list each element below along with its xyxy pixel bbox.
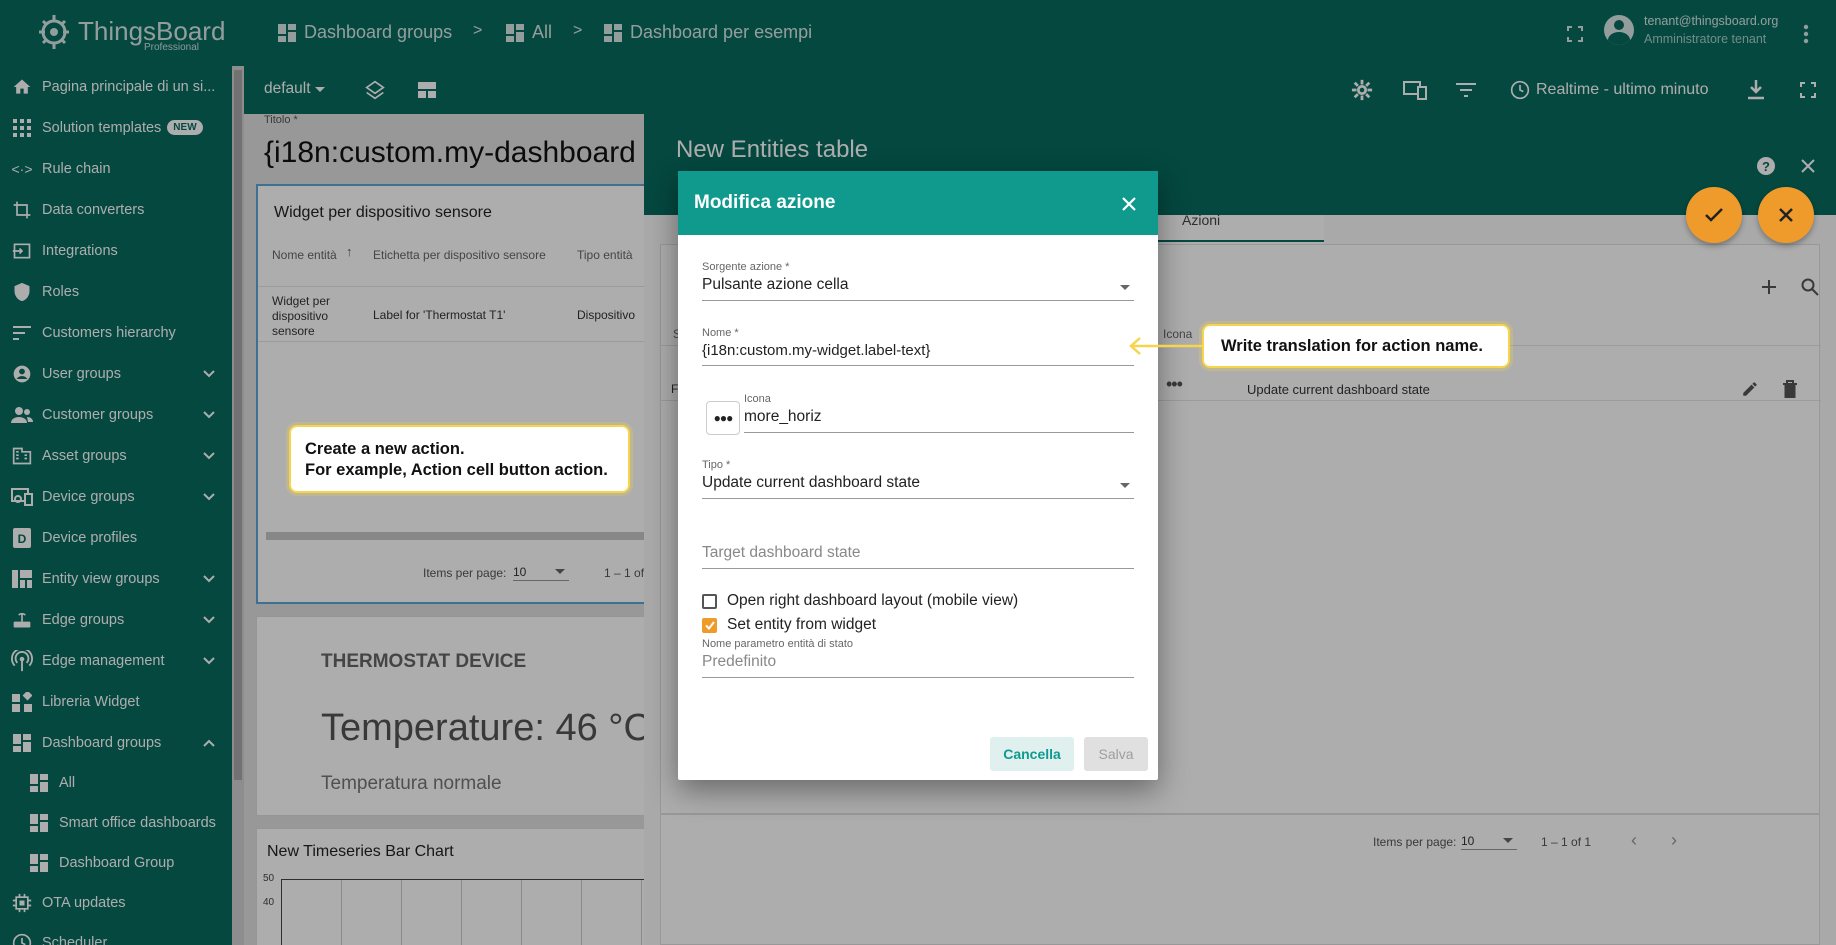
apply-button[interactable]: [1686, 187, 1742, 243]
dialog-header: Modifica azione: [678, 171, 1158, 235]
open-right-layout-checkbox[interactable]: Open right dashboard layout (mobile view…: [702, 592, 1018, 610]
discard-button[interactable]: [1758, 187, 1814, 243]
field-value: Pulsante azione cella: [702, 276, 849, 293]
translation-tooltip: Write translation for action name.: [1202, 324, 1510, 368]
field-value: {i18n:custom.my-widget.label-text}: [702, 342, 931, 359]
save-button[interactable]: Salva: [1084, 737, 1148, 771]
icon-picker-button[interactable]: ●●●: [706, 401, 740, 435]
field-placeholder: Target dashboard state: [702, 544, 861, 561]
action-type-select[interactable]: Tipo * Update current dashboard state: [702, 459, 1134, 499]
create-action-tooltip: Create a new action. For example, Action…: [289, 425, 630, 493]
action-source-select[interactable]: Sorgente azione * Pulsante azione cella: [702, 261, 1134, 301]
caret-down-icon: [1120, 285, 1130, 290]
checkbox-box[interactable]: [702, 617, 717, 633]
field-label: Icona: [744, 393, 771, 405]
field-placeholder: Predefinito: [702, 653, 777, 670]
cancel-label: Cancella: [1003, 746, 1061, 762]
close-icon[interactable]: [1122, 197, 1136, 211]
dialog-title: Modifica azione: [694, 192, 836, 213]
close-icon: [1779, 208, 1793, 222]
check-icon: [705, 620, 715, 630]
tooltip-text: Write translation for action name.: [1221, 337, 1483, 355]
action-icon-field[interactable]: Icona more_horiz: [744, 393, 1134, 433]
save-label: Salva: [1098, 746, 1134, 762]
field-label: Nome parametro entità di stato: [702, 638, 854, 650]
arrow-left-icon: [1129, 337, 1204, 355]
field-value: more_horiz: [744, 408, 822, 425]
check-icon: [1705, 208, 1723, 222]
state-entity-param-field[interactable]: Nome parametro entità di stato Predefini…: [702, 638, 1134, 678]
field-label: Tipo *: [702, 459, 731, 471]
caret-down-icon: [1120, 483, 1130, 488]
set-entity-checkbox[interactable]: Set entity from widget: [702, 616, 876, 634]
cancel-button[interactable]: Cancella: [990, 737, 1074, 771]
edit-action-dialog: Modifica azione Sorgente azione * Pulsan…: [678, 171, 1158, 780]
field-label: Nome *: [702, 327, 739, 339]
checkbox-label: Set entity from widget: [727, 616, 877, 633]
more-horiz-icon: ●●●: [713, 411, 734, 425]
field-value: Update current dashboard state: [702, 474, 920, 491]
tooltip-line: For example, Action cell button action.: [305, 461, 608, 479]
field-label: Sorgente azione *: [702, 261, 790, 273]
checkbox-box[interactable]: [702, 593, 717, 609]
checkbox-label: Open right dashboard layout (mobile view…: [727, 592, 1019, 609]
action-name-field[interactable]: Nome * {i18n:custom.my-widget.label-text…: [702, 327, 1134, 366]
tooltip-line: Create a new action.: [305, 440, 465, 458]
target-dashboard-state-field[interactable]: Target dashboard state: [702, 541, 1134, 569]
